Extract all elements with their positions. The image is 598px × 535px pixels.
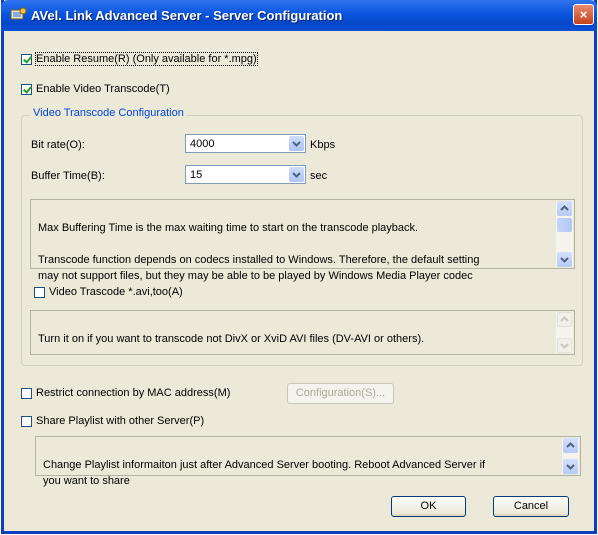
buffer-time-unit: sec <box>310 170 328 182</box>
mac-configuration-button[interactable]: Configuration(S)... <box>287 383 394 404</box>
checkbox-checked-icon[interactable] <box>21 53 32 65</box>
vertical-scrollbar <box>556 312 573 353</box>
bitrate-label: Bit rate(O): <box>31 139 85 151</box>
checkbox-unchecked-icon[interactable] <box>21 387 32 399</box>
enable-resume-checkbox[interactable]: Enable Resume(R) (Only available for *.m… <box>21 52 258 66</box>
vertical-scrollbar[interactable] <box>562 438 579 474</box>
cancel-button[interactable]: Cancel <box>493 496 569 517</box>
checkbox-unchecked-icon[interactable] <box>34 286 45 298</box>
bitrate-value: 4000 <box>190 138 215 150</box>
group-title: Video Transcode Configuration <box>30 107 187 119</box>
playlist-info-content: Change Playlist informaiton just after A… <box>43 459 486 487</box>
playlist-info-text[interactable]: Change Playlist informaiton just after A… <box>35 436 581 487</box>
title-bar[interactable]: AVel. Link Advanced Server - Server Conf… <box>1 0 597 31</box>
close-button[interactable]: × <box>573 4 594 25</box>
scroll-thumb[interactable] <box>557 218 572 232</box>
transcode-info-content: Max Buffering Time is the max waiting ti… <box>38 222 480 282</box>
app-icon <box>10 7 27 20</box>
buffer-time-value: 15 <box>190 169 203 181</box>
checkbox-unchecked-icon[interactable] <box>21 415 32 427</box>
checkbox-checked-icon[interactable] <box>21 83 32 95</box>
share-playlist-checkbox[interactable]: Share Playlist with other Server(P) <box>21 414 204 428</box>
mac-restrict-label: Restrict connection by MAC address(M) <box>36 387 231 399</box>
avi-info-content: Turn it on if you want to transcode not … <box>38 333 425 345</box>
enable-transcode-label: Enable Video Transcode(T) <box>36 83 170 95</box>
bitrate-unit: Kbps <box>310 139 336 151</box>
transcode-info-text[interactable]: Max Buffering Time is the max waiting ti… <box>30 199 575 282</box>
scroll-down-icon <box>557 338 572 353</box>
buffer-time-combo[interactable]: 15 <box>185 165 306 184</box>
avi-info-text[interactable]: Turn it on if you want to transcode not … <box>30 310 575 355</box>
scroll-up-icon[interactable] <box>563 438 578 453</box>
scroll-up-icon[interactable] <box>557 201 572 216</box>
avi-transcode-checkbox[interactable]: Video Trascode *.avi,too(A) <box>34 285 183 299</box>
share-playlist-label: Share Playlist with other Server(P) <box>36 415 205 427</box>
avi-transcode-label: Video Trascode *.avi,too(A) <box>49 286 183 298</box>
vertical-scrollbar[interactable] <box>556 201 573 267</box>
ok-button[interactable]: OK <box>391 496 466 517</box>
chevron-down-icon[interactable] <box>289 167 304 182</box>
mac-restrict-checkbox[interactable]: Restrict connection by MAC address(M) <box>21 386 230 400</box>
scroll-down-icon[interactable] <box>557 252 572 267</box>
buffer-time-label: Buffer Time(B): <box>31 170 105 182</box>
dialog-window: AVel. Link Advanced Server - Server Conf… <box>1 0 597 534</box>
bitrate-combo[interactable]: 4000 <box>185 134 306 153</box>
window-title: AVel. Link Advanced Server - Server Conf… <box>31 8 343 23</box>
chevron-down-icon[interactable] <box>289 136 304 151</box>
enable-resume-label: Enable Resume(R) (Only available for *.m… <box>35 52 258 66</box>
enable-transcode-checkbox[interactable]: Enable Video Transcode(T) <box>21 82 170 96</box>
scroll-down-icon[interactable] <box>563 459 578 474</box>
close-icon: × <box>579 7 588 22</box>
scroll-up-icon <box>557 312 572 327</box>
